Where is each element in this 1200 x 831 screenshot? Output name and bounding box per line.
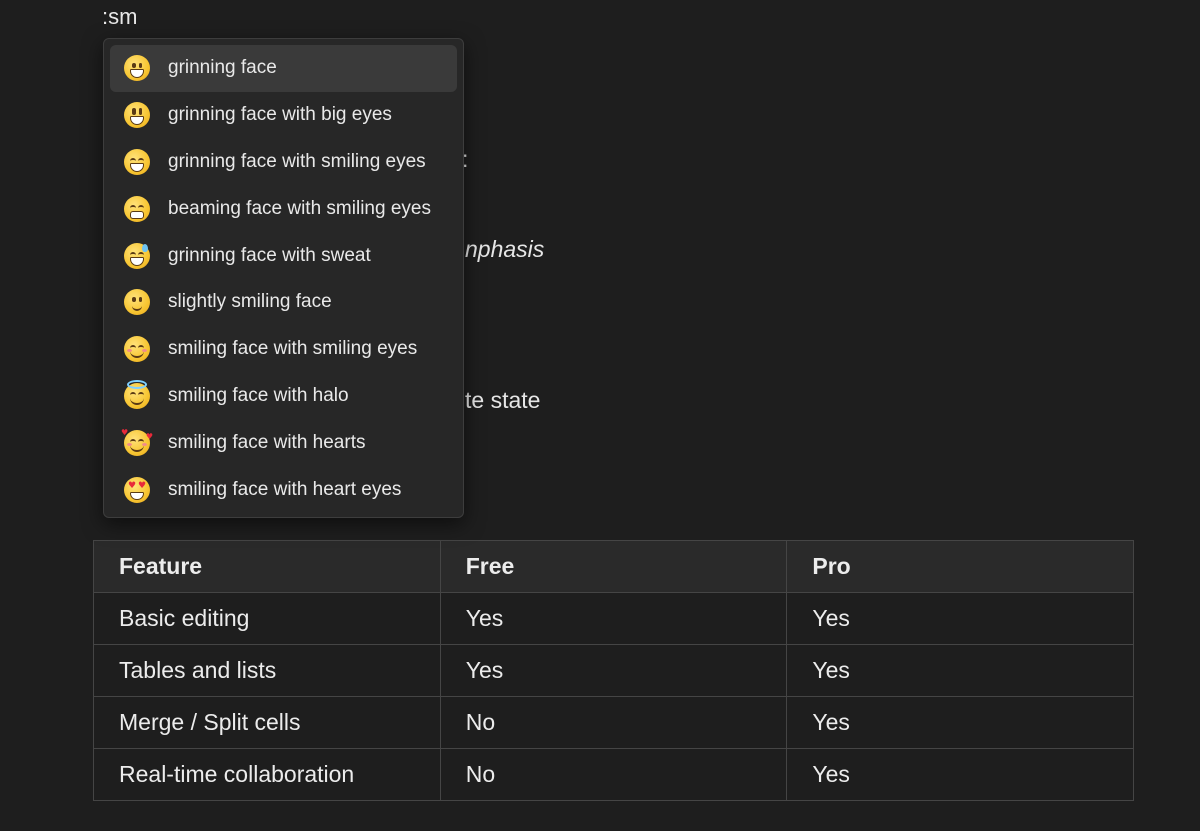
emoji-option-smiling-face-smiling-eyes[interactable]: smiling face with smiling eyes [110, 326, 457, 373]
table-header-cell[interactable]: Free [439, 540, 788, 593]
emoji-option-label: grinning face [168, 57, 277, 79]
grinning-face-big-eyes-icon [124, 102, 150, 129]
table-cell[interactable]: No [439, 748, 788, 801]
emoji-option-grinning-face[interactable]: grinning face [110, 45, 457, 92]
emoji-option-label: grinning face with big eyes [168, 104, 392, 126]
grinning-face-icon [124, 55, 150, 82]
emoji-option-label: smiling face with halo [168, 384, 349, 406]
smiling-face-heart-eyes-icon: ♥ ♥ [124, 476, 150, 503]
table-cell[interactable]: Tables and lists [93, 644, 441, 697]
editor-page: :sm : nphasis te state grinning face gri… [0, 0, 1200, 831]
table-row: Merge / Split cells No Yes [93, 696, 1134, 749]
emoji-option-smiling-face-hearts[interactable]: ♥ ♥ smiling face with hearts [110, 419, 457, 466]
emoji-option-label: grinning face with sweat [168, 244, 371, 266]
smiling-face-halo-icon [124, 379, 150, 409]
table-header-cell[interactable]: Feature [93, 540, 441, 593]
feature-comparison-table: Feature Free Pro Basic editing Yes Yes T… [93, 540, 1134, 801]
emoji-option-label: beaming face with smiling eyes [168, 197, 431, 219]
table-cell[interactable]: Yes [786, 748, 1134, 801]
table-row: Real-time collaboration No Yes [93, 748, 1134, 801]
table-row: Basic editing Yes Yes [93, 592, 1134, 645]
smiling-face-hearts-icon: ♥ ♥ [121, 428, 153, 456]
emoji-option-smiling-face-halo[interactable]: smiling face with halo [110, 373, 457, 420]
table-cell[interactable]: Real-time collaboration [93, 748, 441, 801]
table-header-cell[interactable]: Pro [786, 540, 1134, 593]
table-cell[interactable]: Yes [786, 644, 1134, 697]
table-row: Tables and lists Yes Yes [93, 644, 1134, 697]
emoji-option-label: smiling face with heart eyes [168, 478, 402, 500]
beaming-face-icon [124, 195, 150, 222]
emoji-option-label: slightly smiling face [168, 291, 332, 313]
emoji-option-slightly-smiling-face[interactable]: slightly smiling face [110, 279, 457, 326]
table-cell[interactable]: Merge / Split cells [93, 696, 441, 749]
emoji-option-smiling-face-heart-eyes[interactable]: ♥ ♥ smiling face with heart eyes [110, 466, 457, 513]
table-cell[interactable]: Yes [439, 592, 788, 645]
emoji-option-beaming-face[interactable]: beaming face with smiling eyes [110, 185, 457, 232]
emoji-suggestion-menu: grinning face grinning face with big eye… [103, 38, 464, 518]
emoji-option-label: smiling face with smiling eyes [168, 338, 418, 360]
smiling-face-smiling-eyes-icon [124, 336, 150, 363]
table-cell[interactable]: No [439, 696, 788, 749]
emoji-option-grinning-face-smiling-eyes[interactable]: grinning face with smiling eyes [110, 139, 457, 186]
background-state-fragment: te state [465, 387, 541, 413]
background-emphasis-fragment: nphasis [465, 236, 545, 262]
slightly-smiling-face-icon [124, 289, 150, 316]
emoji-option-label: smiling face with hearts [168, 431, 366, 453]
emoji-option-grinning-face-big-eyes[interactable]: grinning face with big eyes [110, 92, 457, 139]
table-cell[interactable]: Yes [786, 592, 1134, 645]
table-cell[interactable]: Yes [786, 696, 1134, 749]
grinning-face-smiling-eyes-icon [124, 148, 150, 175]
grinning-face-sweat-icon [124, 242, 150, 269]
emoji-option-label: grinning face with smiling eyes [168, 150, 426, 172]
table-cell[interactable]: Yes [439, 644, 788, 697]
emoji-option-grinning-face-sweat[interactable]: grinning face with sweat [110, 232, 457, 279]
table-cell[interactable]: Basic editing [93, 592, 441, 645]
table-header-row: Feature Free Pro [93, 540, 1134, 593]
emoji-trigger-text[interactable]: :sm [102, 4, 137, 30]
